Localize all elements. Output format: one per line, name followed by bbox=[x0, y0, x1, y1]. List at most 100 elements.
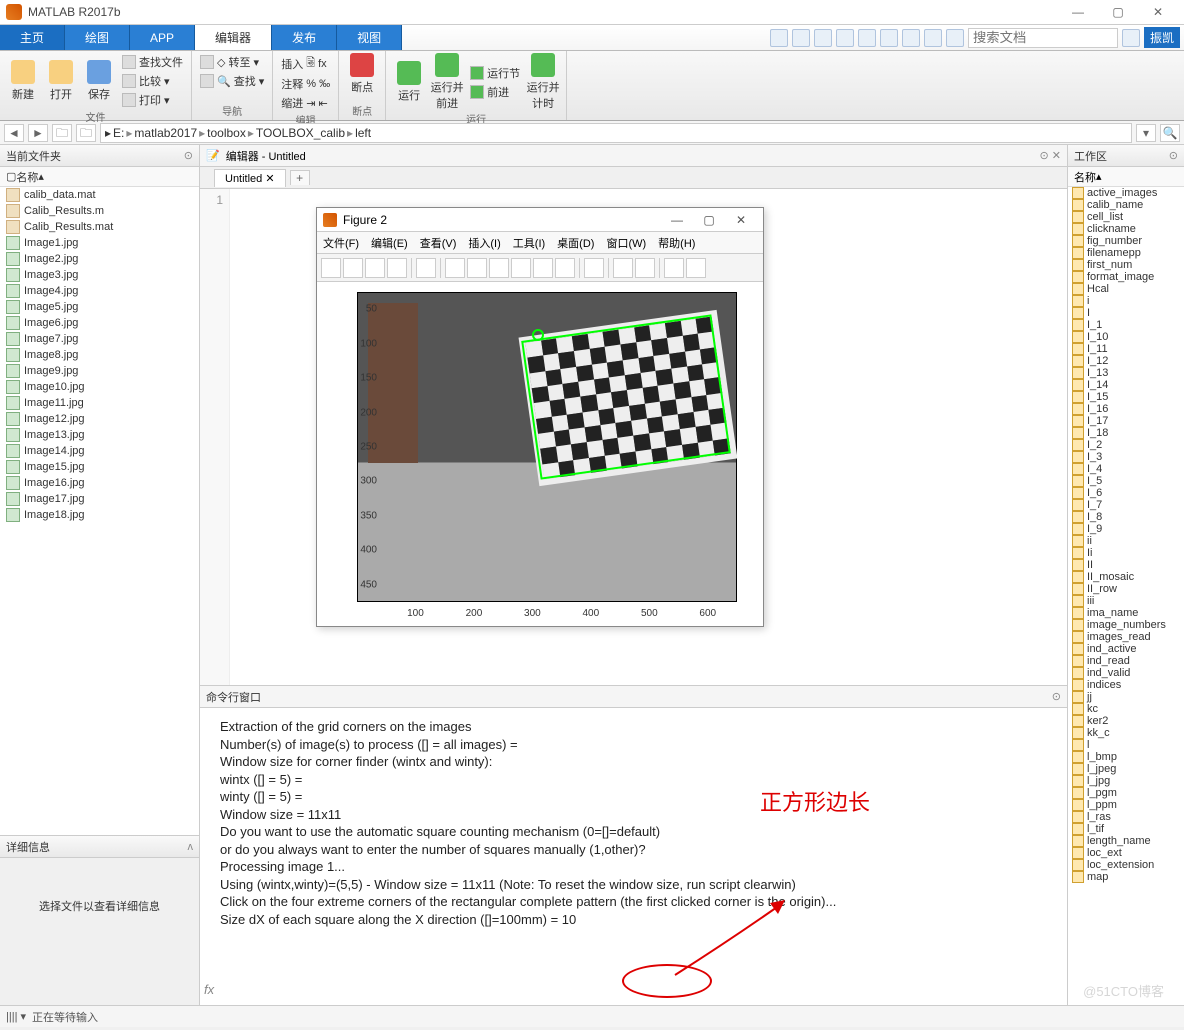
workspace-list[interactable]: 名称 ▴ active_imagescalib_namecell_listcli… bbox=[1068, 167, 1184, 1005]
close-button[interactable]: ✕ bbox=[1138, 5, 1178, 19]
workspace-var[interactable]: I_10 bbox=[1068, 331, 1184, 343]
figure-menu-item[interactable]: 工具(I) bbox=[513, 235, 545, 251]
rotate-icon[interactable] bbox=[511, 258, 531, 278]
file-item[interactable]: Image7.jpg bbox=[0, 331, 199, 347]
cmd-menu-icon[interactable]: ⊙ bbox=[1052, 690, 1061, 703]
file-item[interactable]: Image12.jpg bbox=[0, 411, 199, 427]
file-item[interactable]: Image16.jpg bbox=[0, 475, 199, 491]
workspace-var[interactable]: l_ras bbox=[1068, 811, 1184, 823]
print-figure-icon[interactable] bbox=[387, 258, 407, 278]
browse-button[interactable]: 🗀 bbox=[76, 124, 96, 142]
workspace-var[interactable]: calib_name bbox=[1068, 199, 1184, 211]
search-icon[interactable] bbox=[1122, 29, 1140, 47]
run-section-button[interactable]: 运行节 bbox=[468, 64, 522, 82]
command-window[interactable]: Extraction of the grid corners on the im… bbox=[200, 708, 1067, 1005]
open-button[interactable]: 打开 bbox=[44, 60, 78, 102]
figure-window[interactable]: Figure 2 — ▢ ✕ 文件(F)编辑(E)查看(V)插入(I)工具(I)… bbox=[316, 207, 764, 627]
workspace-var[interactable]: I_13 bbox=[1068, 367, 1184, 379]
workspace-var[interactable]: first_num bbox=[1068, 259, 1184, 271]
workspace-var[interactable]: active_images bbox=[1068, 187, 1184, 199]
save-figure-icon[interactable] bbox=[365, 258, 385, 278]
workspace-var[interactable]: II bbox=[1068, 559, 1184, 571]
workspace-var[interactable]: I_16 bbox=[1068, 403, 1184, 415]
zoom-out-icon[interactable] bbox=[467, 258, 487, 278]
figure-menu-item[interactable]: 查看(V) bbox=[420, 235, 457, 251]
file-item[interactable]: Image2.jpg bbox=[0, 251, 199, 267]
goto-button[interactable]: ◇ 转至 ▾ bbox=[198, 53, 261, 71]
workspace-var[interactable]: iii bbox=[1068, 595, 1184, 607]
file-item[interactable]: Image13.jpg bbox=[0, 427, 199, 443]
tab-apps[interactable]: APP bbox=[130, 25, 195, 50]
file-item[interactable]: calib_data.mat bbox=[0, 187, 199, 203]
quick-icon[interactable] bbox=[880, 29, 898, 47]
file-item[interactable]: Image10.jpg bbox=[0, 379, 199, 395]
file-item[interactable]: Image5.jpg bbox=[0, 299, 199, 315]
save-button[interactable]: 保存 bbox=[82, 60, 116, 102]
quick-icon[interactable] bbox=[858, 29, 876, 47]
figure-maximize-button[interactable]: ▢ bbox=[693, 213, 725, 227]
figure-menu-item[interactable]: 桌面(D) bbox=[557, 235, 594, 251]
tab-home[interactable]: 主页 bbox=[0, 25, 65, 50]
column-header[interactable]: ▢ 名称 ▴ bbox=[0, 167, 199, 187]
maximize-button[interactable]: ▢ bbox=[1098, 5, 1138, 19]
breakpoints-button[interactable]: 断点 bbox=[345, 53, 379, 95]
editor-menu-icon[interactable]: ⊙ ✕ bbox=[1040, 149, 1062, 162]
workspace-var[interactable]: loc_ext bbox=[1068, 847, 1184, 859]
workspace-var[interactable]: indices bbox=[1068, 679, 1184, 691]
workspace-var[interactable]: II_mosaic bbox=[1068, 571, 1184, 583]
workspace-var[interactable]: l_tif bbox=[1068, 823, 1184, 835]
workspace-var[interactable]: kk_c bbox=[1068, 727, 1184, 739]
quick-icon[interactable] bbox=[814, 29, 832, 47]
tab-view[interactable]: 视图 bbox=[337, 25, 402, 50]
workspace-var[interactable]: l_jpg bbox=[1068, 775, 1184, 787]
workspace-var[interactable]: l_ppm bbox=[1068, 799, 1184, 811]
figure-close-button[interactable]: ✕ bbox=[725, 213, 757, 227]
figure-axes[interactable]: 50100150200250300350400450 1002003004005… bbox=[317, 282, 763, 626]
workspace-var[interactable]: loc_extension bbox=[1068, 859, 1184, 871]
workspace-var[interactable]: images_read bbox=[1068, 631, 1184, 643]
workspace-var[interactable]: I_6 bbox=[1068, 487, 1184, 499]
quick-icon[interactable] bbox=[924, 29, 942, 47]
workspace-var[interactable]: I_9 bbox=[1068, 523, 1184, 535]
editor-tab[interactable]: Untitled ✕ bbox=[214, 169, 286, 187]
workspace-var[interactable]: jj bbox=[1068, 691, 1184, 703]
workspace-var[interactable]: l_bmp bbox=[1068, 751, 1184, 763]
workspace-var[interactable]: ind_read bbox=[1068, 655, 1184, 667]
figure-menu-item[interactable]: 文件(F) bbox=[323, 235, 359, 251]
find-files-button[interactable]: 查找文件 bbox=[120, 53, 185, 71]
insert-button[interactable]: 插入 🗟 fx bbox=[279, 53, 328, 74]
open-figure-icon[interactable] bbox=[343, 258, 363, 278]
workspace-var[interactable]: ima_name bbox=[1068, 607, 1184, 619]
figure-menu-item[interactable]: 帮助(H) bbox=[658, 235, 695, 251]
pointer-icon[interactable] bbox=[416, 258, 436, 278]
file-item[interactable]: Image4.jpg bbox=[0, 283, 199, 299]
search-path-icon[interactable]: 🔍 bbox=[1160, 124, 1180, 142]
figure-menu-item[interactable]: 插入(I) bbox=[468, 235, 500, 251]
workspace-var[interactable]: l_jpeg bbox=[1068, 763, 1184, 775]
workspace-var[interactable]: I_8 bbox=[1068, 511, 1184, 523]
workspace-var[interactable]: ind_valid bbox=[1068, 667, 1184, 679]
file-item[interactable]: Image9.jpg bbox=[0, 363, 199, 379]
workspace-var[interactable]: cell_list bbox=[1068, 211, 1184, 223]
tab-editor[interactable]: 编辑器 bbox=[195, 25, 272, 50]
file-list[interactable]: ▢ 名称 ▴ calib_data.matCalib_Results.mCali… bbox=[0, 167, 199, 835]
search-docs-input[interactable] bbox=[968, 28, 1118, 48]
help-icon[interactable] bbox=[946, 29, 964, 47]
compare-button[interactable]: 比较 ▾ bbox=[120, 72, 185, 90]
workspace-var[interactable]: Hcal bbox=[1068, 283, 1184, 295]
file-item[interactable]: Image8.jpg bbox=[0, 347, 199, 363]
workspace-var[interactable]: I_17 bbox=[1068, 415, 1184, 427]
path-dropdown[interactable]: ▾ bbox=[1136, 124, 1156, 142]
quick-icon[interactable] bbox=[792, 29, 810, 47]
ws-menu-icon[interactable]: ⊙ bbox=[1169, 149, 1178, 162]
collapse-icon[interactable]: ʌ bbox=[188, 841, 194, 853]
workspace-var[interactable]: I_7 bbox=[1068, 499, 1184, 511]
forward-button[interactable]: ► bbox=[28, 124, 48, 142]
workspace-var[interactable]: I_11 bbox=[1068, 343, 1184, 355]
workspace-var[interactable]: l_pgm bbox=[1068, 787, 1184, 799]
comment-button[interactable]: 注释 % ‰ bbox=[279, 75, 332, 93]
new-figure-icon[interactable] bbox=[321, 258, 341, 278]
run-button[interactable]: 运行 bbox=[392, 61, 426, 103]
link-icon[interactable] bbox=[584, 258, 604, 278]
user-button[interactable]: 振凯 bbox=[1144, 27, 1180, 48]
